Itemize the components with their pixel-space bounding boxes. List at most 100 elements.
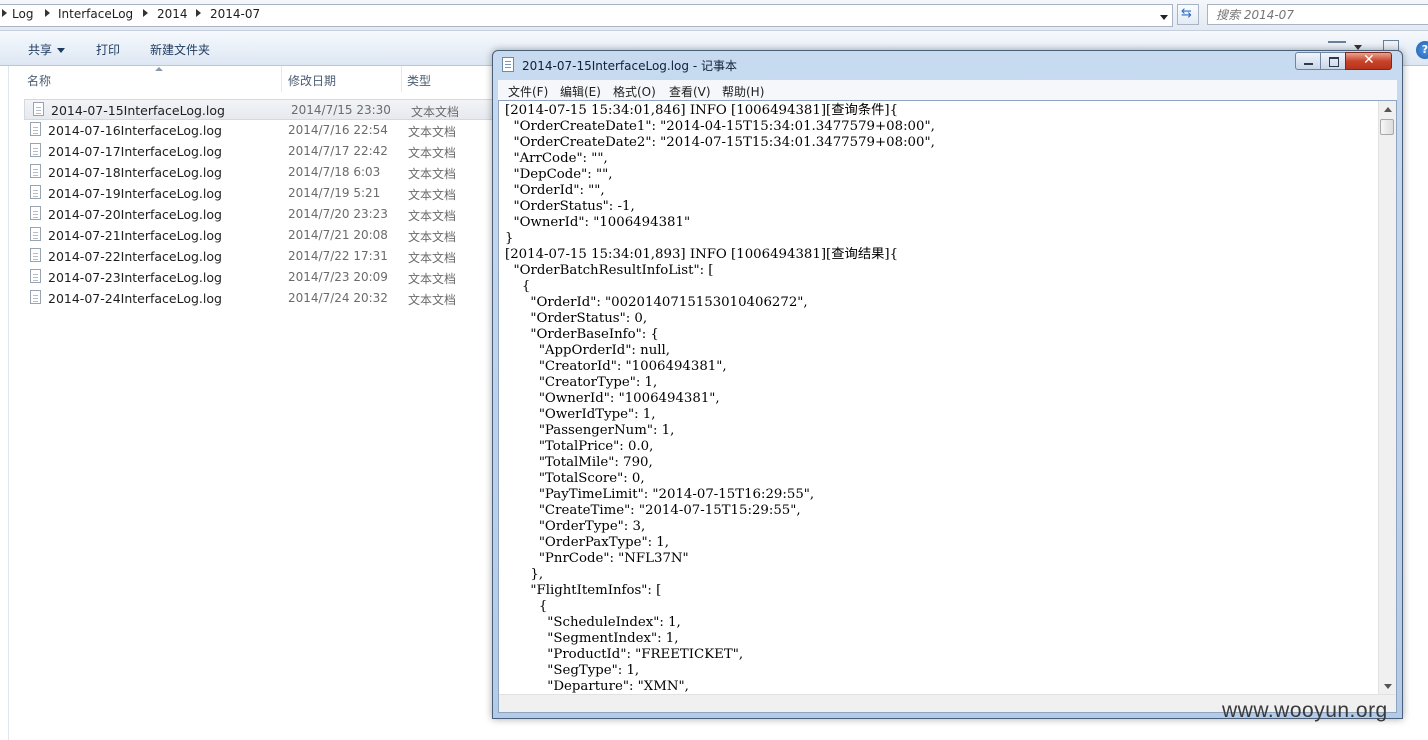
file-name: 2014-07-18InterfaceLog.log [48,165,222,180]
text-file-icon [30,248,41,262]
text-file-icon [30,290,41,304]
help-icon[interactable]: ? [1416,41,1428,59]
close-icon: ✕ [1363,52,1375,68]
file-row[interactable]: 2014-07-16InterfaceLog.log 2014/7/16 22:5… [22,120,502,141]
file-row[interactable]: 2014-07-18InterfaceLog.log 2014/7/18 6:03… [22,162,502,183]
text-file-icon [30,206,41,220]
breadcrumb-arrow-icon[interactable] [45,9,50,17]
file-modified-date: 2014/7/22 17:31 [288,249,388,263]
file-list: 2014-07-15InterfaceLog.log 2014/7/15 23:3… [22,99,502,309]
breadcrumb-2014[interactable]: 2014 [157,7,188,21]
file-row[interactable]: 2014-07-21InterfaceLog.log 2014/7/21 20:0… [22,225,502,246]
file-type: 文本文档 [408,293,457,307]
address-dropdown-icon[interactable] [1160,15,1168,20]
menu-edit[interactable]: 编辑(E) [560,83,601,100]
column-header-type[interactable]: 类型 [407,72,431,89]
file-modified-date: 2014/7/23 20:09 [288,270,388,284]
file-row[interactable]: 2014-07-23InterfaceLog.log 2014/7/23 20:0… [22,267,502,288]
breadcrumb-interfacelog[interactable]: InterfaceLog [58,7,133,21]
search-box[interactable] [1207,4,1428,25]
file-name: 2014-07-16InterfaceLog.log [48,123,222,138]
refresh-icon: ⇆ [1181,6,1192,21]
file-name: 2014-07-23InterfaceLog.log [48,270,222,285]
navigation-pane [0,66,9,740]
file-type: 文本文档 [408,272,457,286]
text-file-icon [30,122,41,136]
scroll-up-icon[interactable] [1384,107,1392,112]
notepad-text-area[interactable]: [2014-07-15 15:34:01,846] INFO [10064943… [498,100,1397,713]
file-row[interactable]: 2014-07-20InterfaceLog.log 2014/7/20 23:2… [22,204,502,225]
file-type: 文本文档 [408,230,457,244]
file-modified-date: 2014/7/20 23:23 [288,207,388,221]
vertical-scrollbar[interactable] [1378,101,1396,695]
column-header-modified[interactable]: 修改日期 [288,72,336,89]
sort-ascending-icon [155,67,163,71]
watermark: www.wooyun.org [1222,699,1388,722]
close-button[interactable]: ✕ [1345,52,1392,70]
text-file-icon [30,143,41,157]
file-modified-date: 2014/7/21 20:08 [288,228,388,242]
file-name: 2014-07-17InterfaceLog.log [48,144,222,159]
menu-help[interactable]: 帮助(H) [722,83,764,100]
notepad-document-icon[interactable] [502,57,514,72]
search-input[interactable] [1216,6,1416,23]
file-type: 文本文档 [408,209,457,223]
text-file-icon [30,269,41,283]
window-title: 2014-07-15InterfaceLog.log - 记事本 [522,59,737,73]
breadcrumb-log[interactable]: Log [12,7,33,21]
file-modified-date: 2014/7/18 6:03 [288,165,381,179]
file-row[interactable]: 2014-07-17InterfaceLog.log 2014/7/17 22:4… [22,141,502,162]
share-label: 共享 [28,43,53,57]
share-button[interactable]: 共享 [28,41,66,58]
breadcrumb-2014-07[interactable]: 2014-07 [210,7,260,21]
notepad-menubar: 文件(F) 编辑(E) 格式(O) 查看(V) 帮助(H) [498,80,1397,100]
file-type: 文本文档 [408,146,457,160]
breadcrumb[interactable]: Log InterfaceLog 2014 2014-07 [0,4,1173,27]
new-folder-button[interactable]: 新建文件夹 [150,41,210,58]
file-type: 文本文档 [408,251,457,265]
file-modified-date: 2014/7/17 22:42 [288,144,388,158]
text-file-icon [30,227,41,241]
file-type: 文本文档 [408,167,457,181]
file-name: 2014-07-15InterfaceLog.log [51,103,225,118]
minimize-icon [1304,63,1313,65]
print-button[interactable]: 打印 [96,41,120,58]
file-row[interactable]: 2014-07-22InterfaceLog.log 2014/7/22 17:3… [22,246,502,267]
column-divider[interactable] [281,66,282,92]
minimize-button[interactable] [1295,52,1321,70]
address-bar: Log InterfaceLog 2014 2014-07 ⇆ [0,0,1428,31]
file-name: 2014-07-20InterfaceLog.log [48,207,222,222]
file-modified-date: 2014/7/16 22:54 [288,123,388,137]
text-file-icon [33,102,44,116]
file-modified-date: 2014/7/15 23:30 [291,103,391,117]
menu-view[interactable]: 查看(V) [669,83,711,100]
file-type: 文本文档 [411,105,460,119]
file-type: 文本文档 [408,125,457,139]
file-type: 文本文档 [408,188,457,202]
refresh-button[interactable]: ⇆ [1177,4,1199,25]
breadcrumb-arrow-icon [2,9,7,17]
scroll-thumb[interactable] [1380,119,1394,135]
file-row[interactable]: 2014-07-19InterfaceLog.log 2014/7/19 5:21… [22,183,502,204]
notepad-titlebar[interactable]: 2014-07-15InterfaceLog.log - 记事本 ✕ [493,51,1402,77]
file-modified-date: 2014/7/19 5:21 [288,186,381,200]
file-name: 2014-07-24InterfaceLog.log [48,291,222,306]
maximize-icon [1329,57,1339,67]
log-content[interactable]: [2014-07-15 15:34:01,846] INFO [10064943… [505,103,1365,695]
menu-format[interactable]: 格式(O) [613,83,656,100]
menu-file[interactable]: 文件(F) [508,83,548,100]
file-name: 2014-07-21InterfaceLog.log [48,228,222,243]
text-file-icon [30,185,41,199]
file-name: 2014-07-22InterfaceLog.log [48,249,222,264]
column-headers: 名称 修改日期 类型 [9,66,499,92]
scroll-down-icon[interactable] [1384,684,1392,689]
file-row[interactable]: 2014-07-24InterfaceLog.log 2014/7/24 20:3… [22,288,502,309]
maximize-button[interactable] [1320,52,1346,70]
breadcrumb-arrow-icon[interactable] [143,9,148,17]
file-row[interactable]: 2014-07-15InterfaceLog.log 2014/7/15 23:3… [24,99,496,120]
chevron-down-icon [57,48,66,53]
file-name: 2014-07-19InterfaceLog.log [48,186,222,201]
column-header-name[interactable]: 名称 [27,72,51,89]
column-divider[interactable] [401,66,402,92]
breadcrumb-arrow-icon[interactable] [196,9,201,17]
